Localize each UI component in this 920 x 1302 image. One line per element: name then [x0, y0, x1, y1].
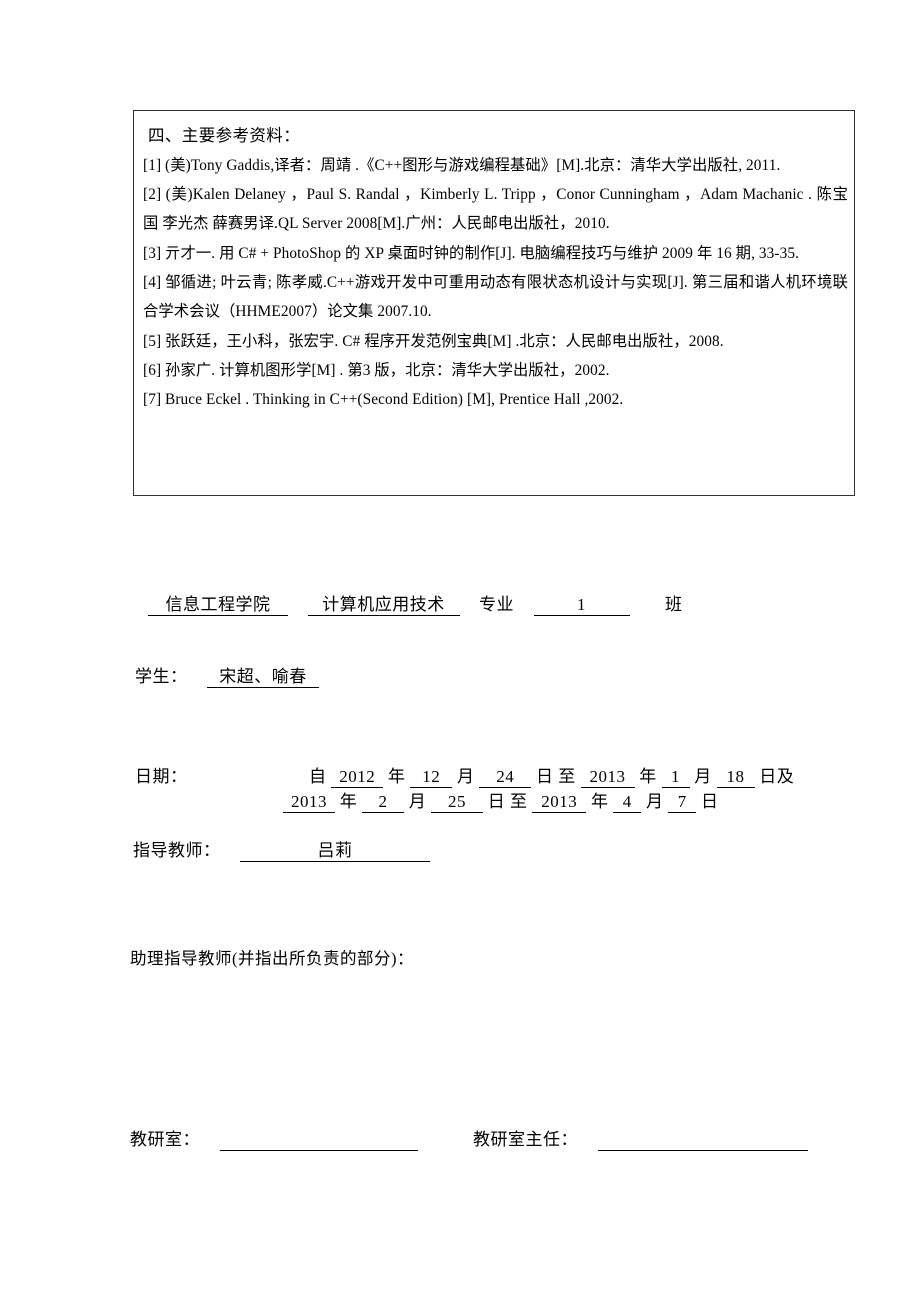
office-director-field[interactable]	[597, 1130, 808, 1151]
class-field[interactable]: 1	[533, 595, 630, 616]
date2-start-year-field[interactable]: 2013	[283, 792, 335, 813]
student-name-field[interactable]: 宋超、喻春	[207, 667, 319, 688]
advisor-row: 指导教师： 吕莉	[133, 836, 430, 862]
office-field[interactable]	[219, 1130, 418, 1151]
date1-start-day-field[interactable]: 24	[479, 767, 532, 788]
date-row-2: 2013 年 2 月 25 日 至 2013 年 4 月 7 日	[283, 787, 719, 813]
day-unit-1: 日	[536, 767, 554, 786]
student-label: 学生：	[135, 667, 188, 686]
reference-item-4: [4] 邹循进; 叶云青; 陈孝威.C++游戏开发中可重用动态有限状态机设计与实…	[143, 274, 848, 321]
reference-item-2: [2] (美)Kalen Delaney ，Paul S. Randal ，Ki…	[143, 185, 848, 233]
advisor-label: 指导教师：	[133, 841, 221, 860]
month-unit-2: 月	[694, 767, 712, 786]
date2-end-year-field[interactable]: 2013	[532, 792, 587, 813]
class-label: 班	[665, 595, 683, 614]
date-label: 日期：	[135, 767, 188, 786]
office-director-label: 教研室主任：	[473, 1130, 578, 1149]
references-inner: 四、主要参考资料： [1] (美)Tony Gaddis,译者：周靖 .《C++…	[143, 123, 848, 415]
date-row-1: 日期： 自 2012 年 12 月 24 日 至 2013 年 1 月 18 日…	[135, 762, 794, 788]
references-heading: 四、主要参考资料：	[148, 126, 301, 145]
department-row: 信息工程学院 计算机应用技术 专业 1 班	[148, 590, 683, 616]
student-row: 学生： 宋超、喻春	[135, 662, 319, 688]
reference-item-6: [6] 孙家广. 计算机图形学[M] . 第3 版，北京：清华大学出版社，200…	[143, 362, 610, 380]
date2-end-day-field[interactable]: 7	[668, 792, 697, 813]
major-field[interactable]: 计算机应用技术	[307, 595, 460, 616]
date1-start-year-field[interactable]: 2012	[331, 767, 384, 788]
date2-end-month-field[interactable]: 4	[613, 792, 642, 813]
major-label: 专业	[479, 595, 514, 614]
date1-to-label: 至	[558, 767, 576, 786]
month-unit-3: 月	[408, 792, 427, 811]
date1-suffix: 日及	[759, 767, 795, 786]
reference-item-1: [1] (美)Tony Gaddis,译者：周靖 .《C++图形与游戏编程基础》…	[143, 156, 781, 174]
office-label: 教研室：	[130, 1130, 200, 1149]
year-unit-2: 年	[639, 767, 657, 786]
assistant-advisor-label: 助理指导教师(并指出所负责的部分)：	[130, 949, 414, 968]
date-from-prefix: 自	[309, 767, 327, 786]
date1-start-month-field[interactable]: 12	[410, 767, 453, 788]
date2-suffix: 日	[701, 792, 719, 811]
reference-item-5: [5] 张跃廷，王小科，张宏宇. C# 程序开发范例宝典[M] .北京：人民邮电…	[143, 332, 724, 350]
date1-end-day-field[interactable]: 18	[716, 767, 755, 788]
reference-item-3: [3] 亓才一. 用 C# + PhotoShop 的 XP 桌面时钟的制作[J…	[143, 244, 800, 262]
office-row: 教研室： 教研室主任：	[130, 1125, 808, 1151]
date1-end-year-field[interactable]: 2013	[580, 767, 635, 788]
date2-to-label: 至	[510, 792, 528, 811]
reference-item-7: [7] Bruce Eckel . Thinking in C++(Second…	[143, 391, 624, 409]
date1-end-month-field[interactable]: 1	[661, 767, 690, 788]
assistant-advisor-row: 助理指导教师(并指出所负责的部分)：	[130, 945, 414, 969]
year-unit-3: 年	[339, 792, 358, 811]
date2-start-month-field[interactable]: 2	[362, 792, 404, 813]
month-unit-1: 月	[457, 767, 475, 786]
day-unit-2: 日	[487, 792, 506, 811]
department-field[interactable]: 信息工程学院	[148, 595, 288, 616]
references-box: 四、主要参考资料： [1] (美)Tony Gaddis,译者：周靖 .《C++…	[133, 110, 855, 496]
date2-start-day-field[interactable]: 25	[431, 792, 483, 813]
year-unit-4: 年	[591, 792, 609, 811]
year-unit-1: 年	[388, 767, 406, 786]
advisor-name-field[interactable]: 吕莉	[240, 841, 430, 862]
month-unit-4: 月	[646, 792, 664, 811]
